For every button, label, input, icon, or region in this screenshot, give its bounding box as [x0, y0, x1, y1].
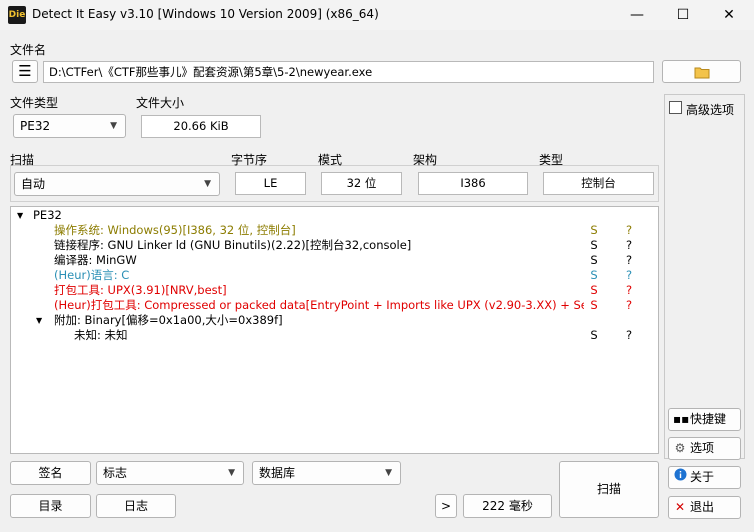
expand-arrow-icon[interactable]: ▼	[36, 313, 42, 328]
database-value: 数据库	[259, 466, 296, 480]
app-icon: Die	[8, 6, 26, 24]
signature-flag[interactable]: S	[587, 283, 601, 298]
scan-mode-select[interactable]: 自动 ▼	[14, 172, 220, 196]
tree-root[interactable]: PE32	[33, 208, 62, 223]
menu-icon: ☰	[18, 62, 32, 80]
scan-button[interactable]: 扫描	[559, 461, 659, 518]
expand-arrow-icon[interactable]: ▼	[17, 208, 23, 223]
info-flag[interactable]: ?	[622, 223, 636, 238]
file-type-label: 文件类型	[10, 96, 59, 110]
info-flag[interactable]: ?	[622, 328, 636, 343]
minimize-button[interactable]: —	[614, 0, 660, 30]
folder-icon	[694, 67, 709, 79]
file-name-label: 文件名	[10, 43, 47, 57]
maximize-button[interactable]: ☐	[660, 0, 706, 30]
endian-label: 字节序	[231, 153, 268, 167]
open-file-button[interactable]	[662, 60, 741, 83]
exit-label: 退出	[690, 500, 715, 514]
signature-flag[interactable]: S	[587, 328, 601, 343]
info-flag[interactable]: ?	[622, 283, 636, 298]
type-label: 类型	[539, 153, 564, 167]
advanced-checkbox[interactable]	[669, 101, 682, 114]
menu-button[interactable]: ☰	[12, 60, 38, 83]
info-flag[interactable]: ?	[622, 238, 636, 253]
mode-field: 32 位	[321, 172, 402, 195]
file-type-value: PE32	[20, 119, 51, 133]
scan-mode-value: 自动	[21, 177, 46, 191]
result-text: 链接程序: GNU Linker ld (GNU Binutils)(2.22)…	[54, 238, 412, 252]
info-flag[interactable]: ?	[622, 253, 636, 268]
chevron-down-icon: ▼	[228, 468, 235, 478]
arch-label: 架构	[413, 153, 438, 167]
info-flag[interactable]: ?	[622, 298, 636, 313]
type-field: 控制台	[543, 172, 654, 195]
file-path-field[interactable]: D:\CTFer\《CTF那些事儿》配套资源\第5章\5-2\newyear.e…	[43, 61, 654, 83]
signature-button[interactable]: 签名	[10, 461, 91, 485]
endian-field: LE	[235, 172, 306, 195]
shortcuts-label: 快捷键	[690, 412, 727, 426]
chevron-down-icon: ▼	[110, 121, 117, 131]
result-text: (Heur)语言: C	[54, 268, 130, 282]
overlay-node[interactable]: 附加: Binary[偏移=0x1a00,大小=0x389f]	[54, 313, 283, 328]
file-type-select[interactable]: PE32 ▼	[13, 114, 126, 138]
scan-label: 扫描	[10, 153, 35, 167]
exit-button[interactable]: ✕ 退出	[668, 496, 741, 519]
file-size-label: 文件大小	[136, 96, 185, 110]
result-text: (Heur)打包工具: Compressed or packed data[En…	[54, 298, 584, 312]
chevron-down-icon: ▼	[204, 179, 211, 189]
database-select[interactable]: 数据库 ▼	[252, 461, 401, 485]
title-bar: Die Detect It Easy v3.10 [Windows 10 Ver…	[0, 0, 754, 30]
shortcuts-button[interactable]: ▪▪快捷键	[668, 408, 741, 431]
gear-icon: ⚙	[674, 441, 686, 455]
signature-flag[interactable]: S	[587, 223, 601, 238]
file-size-field: 20.66 KiB	[141, 115, 261, 138]
side-panel	[664, 94, 745, 459]
info-flag[interactable]: ?	[622, 268, 636, 283]
close-x-icon: ✕	[674, 500, 686, 514]
chevron-down-icon: ▼	[385, 468, 392, 478]
about-label: 关于	[690, 470, 715, 484]
signature-flag[interactable]: S	[587, 268, 601, 283]
flags-select[interactable]: 标志 ▼	[96, 461, 244, 485]
result-text: 未知: 未知	[74, 328, 128, 342]
signature-flag[interactable]: S	[587, 253, 601, 268]
flags-value: 标志	[103, 466, 128, 480]
more-button[interactable]: >	[435, 494, 457, 518]
info-icon	[673, 467, 687, 488]
results-tree[interactable]: ▼ PE32 操作系统: Windows(95)[I386, 32 位, 控制台…	[10, 206, 659, 454]
window-title: Detect It Easy v3.10 [Windows 10 Version…	[32, 7, 379, 21]
arch-field: I386	[418, 172, 528, 195]
keyboard-icon: ▪▪	[673, 412, 690, 426]
close-button[interactable]: ✕	[706, 0, 752, 30]
about-button[interactable]: 关于	[668, 466, 741, 489]
signature-flag[interactable]: S	[587, 238, 601, 253]
options-label: 选项	[690, 441, 715, 455]
result-text: 编译器: MinGW	[54, 253, 137, 267]
signature-flag[interactable]: S	[587, 298, 601, 313]
directory-button[interactable]: 目录	[10, 494, 91, 518]
log-button[interactable]: 日志	[96, 494, 176, 518]
scan-time-display: 222 毫秒	[463, 494, 552, 518]
mode-label: 模式	[318, 153, 343, 167]
result-text: 打包工具: UPX(3.91)[NRV,best]	[54, 283, 227, 297]
options-button[interactable]: ⚙ 选项	[668, 437, 741, 460]
result-text: 操作系统: Windows(95)[I386, 32 位, 控制台]	[54, 223, 296, 237]
advanced-label: 高级选项	[686, 103, 735, 117]
